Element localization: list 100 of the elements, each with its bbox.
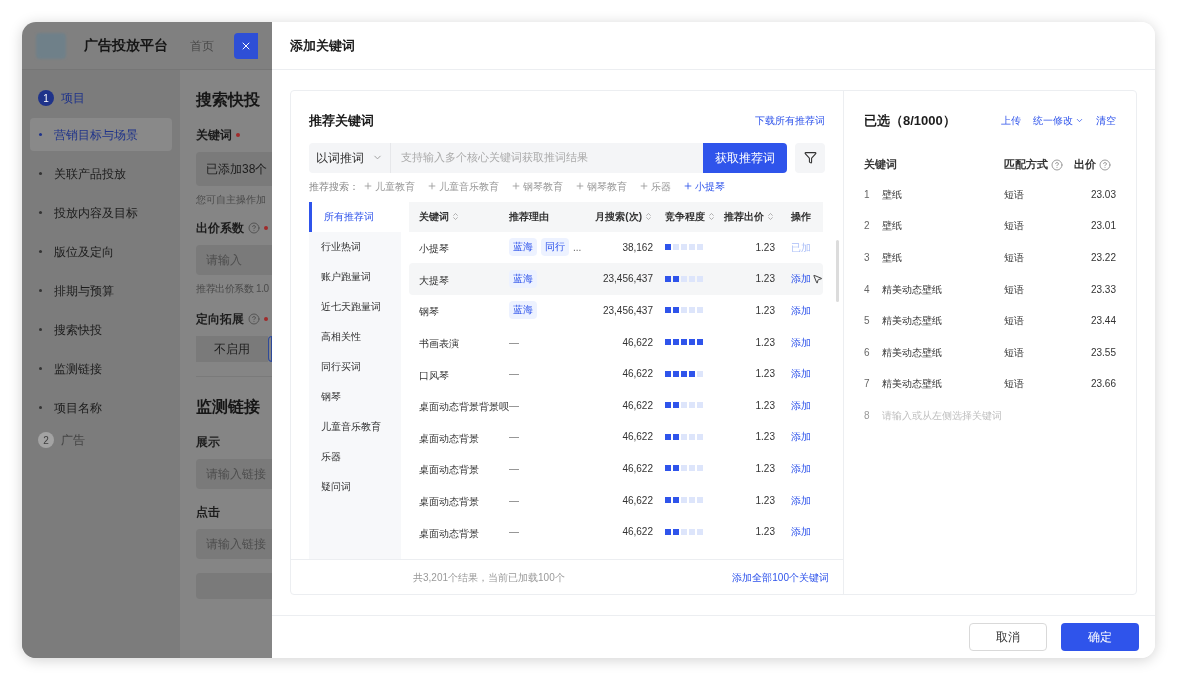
- table-cell-text: 精美动态壁纸: [882, 345, 943, 360]
- section-title: 搜索快投: [196, 90, 261, 110]
- category-item[interactable]: 同行买词: [309, 351, 401, 382]
- competition-meter: [665, 339, 703, 346]
- table-cell-text: 短语: [1004, 377, 1025, 392]
- table-cell-text: 23,456,437: [602, 304, 653, 318]
- add-all-link[interactable]: 添加全部100个关键词: [732, 569, 829, 585]
- confirm-button[interactable]: 确定: [1061, 623, 1139, 651]
- table-cell-text: 壁纸: [882, 187, 903, 202]
- action-link[interactable]: 上传: [1001, 113, 1021, 129]
- action-link[interactable]: 清空: [1096, 113, 1116, 129]
- table-cell-text: 1.23: [755, 240, 775, 255]
- add-link[interactable]: 添加: [791, 429, 811, 445]
- table-row[interactable]: 桌面动态背景背景呗— 46,622 1.23 添加: [409, 389, 823, 422]
- segment-button[interactable]: 不启用: [196, 336, 268, 362]
- table-row[interactable]: 大提琴 蓝海 23,456,437 1.23 添加: [409, 263, 823, 295]
- table-row[interactable]: 钢琴 蓝海 23,456,437 1.23 添加: [409, 294, 823, 327]
- sort-icon[interactable]: [644, 212, 653, 221]
- sort-icon[interactable]: [451, 212, 460, 221]
- help-icon: [1099, 158, 1111, 171]
- mode-select[interactable]: 以词推词: [309, 142, 391, 173]
- table-cell-text: 精美动态壁纸: [882, 377, 943, 392]
- column-header: 推荐理由: [509, 210, 549, 224]
- sort-icon[interactable]: [707, 212, 716, 221]
- search-button[interactable]: 获取推荐词: [703, 142, 787, 173]
- category-item[interactable]: 近七天跑量词: [309, 291, 401, 322]
- table-row[interactable]: 小提琴 蓝海 同行 ... 38,162 1.23 已加: [409, 231, 823, 264]
- table-cell: 大提琴: [419, 274, 449, 286]
- add-link[interactable]: 添加: [791, 303, 811, 318]
- add-link[interactable]: 添加: [791, 271, 811, 287]
- competition-meter: [665, 402, 703, 409]
- download-link[interactable]: 下载所有推荐词: [755, 113, 825, 129]
- sidebar-item[interactable]: 排期与预算: [30, 274, 172, 307]
- category-item[interactable]: 儿童音乐教育: [309, 411, 401, 442]
- add-link[interactable]: 添加: [791, 524, 811, 540]
- sidebar-item[interactable]: 监测链接: [30, 352, 172, 385]
- table-cell-text: 1.23: [755, 398, 775, 413]
- sort-icon[interactable]: [766, 212, 775, 221]
- competition-meter: [665, 307, 703, 314]
- table-cell-text: 46,622: [622, 367, 653, 382]
- competition-meter: [665, 465, 703, 472]
- keyword-field[interactable]: 已添加38个: [196, 152, 272, 186]
- competition-meter: [665, 433, 703, 440]
- table-row[interactable]: 桌面动态背景 — 46,622 1.23 添加: [409, 484, 823, 516]
- section-title: 监测链接: [196, 397, 261, 417]
- add-link[interactable]: 添加: [791, 366, 811, 382]
- column-header: 匹配方式: [1004, 157, 1048, 173]
- table-cell-text: 精美动态壁纸: [882, 314, 943, 329]
- category-item[interactable]: 高相关性: [309, 321, 401, 352]
- add-link[interactable]: 添加: [791, 397, 811, 413]
- column-header: 操作: [791, 210, 811, 224]
- table-cell-text: 1.23: [755, 430, 775, 445]
- action-link[interactable]: 统一修改: [1033, 113, 1084, 129]
- category-item[interactable]: 疑问词: [309, 471, 401, 502]
- cancel-button[interactable]: 取消: [969, 623, 1047, 651]
- plus-icon: [639, 181, 649, 191]
- scrollbar[interactable]: [836, 239, 839, 302]
- table-cell-text: 23.03: [1089, 187, 1116, 202]
- sidebar-item[interactable]: 版位及定向: [30, 235, 172, 268]
- table-cell-text: 壁纸: [882, 219, 903, 234]
- category-item[interactable]: 钢琴: [309, 381, 401, 412]
- close-button[interactable]: [234, 32, 258, 59]
- column-header: 月搜索(次): [595, 210, 642, 224]
- panel-title: 推荐关键词: [309, 112, 374, 130]
- table-row[interactable]: 口风琴 — 46,622 1.23 添加: [409, 357, 823, 390]
- filter-button[interactable]: [795, 142, 825, 173]
- table-row[interactable]: 书画表演 — 46,622 1.23 添加: [409, 326, 823, 358]
- suggestion-chip[interactable]: 小提琴: [683, 178, 725, 194]
- table-cell: 钢琴: [419, 306, 439, 318]
- sidebar-item[interactable]: 营销目标与场景: [30, 118, 172, 151]
- sidebar-item[interactable]: 项目名称: [30, 391, 172, 424]
- table-row[interactable]: 桌面动态背景 — 46,622 1.23 添加: [409, 421, 823, 453]
- table-cell-text: 23.44: [1089, 314, 1116, 329]
- add-link[interactable]: 添加: [791, 460, 811, 476]
- table-cell-text: 23.33: [1089, 282, 1116, 297]
- table-cell-text: 1.23: [755, 335, 775, 350]
- category-item[interactable]: 所有推荐词: [309, 201, 401, 232]
- sidebar-item[interactable]: 投放内容及目标: [30, 196, 172, 229]
- table-cell-text: 精美动态壁纸: [882, 282, 943, 297]
- help-icon: [1051, 158, 1063, 171]
- sidebar-item[interactable]: 关联产品投放: [30, 157, 172, 190]
- add-link[interactable]: 添加: [791, 334, 811, 350]
- row-number: 3: [864, 251, 871, 265]
- add-link[interactable]: 添加: [791, 492, 811, 508]
- category-item[interactable]: 账户跑量词: [309, 261, 401, 292]
- table-row[interactable]: 桌面动态背景 — 46,622 1.23 添加: [409, 515, 823, 548]
- table-cell-text: 46,622: [622, 398, 653, 413]
- table-cell-text: 23.22: [1089, 251, 1116, 265]
- table-cell: 桌面动态背景: [419, 496, 479, 508]
- row-number: 1: [864, 187, 871, 202]
- competition-meter: [665, 497, 703, 504]
- column-header: 竞争程度: [665, 210, 705, 224]
- sidebar-item[interactable]: 搜索快投: [30, 313, 172, 346]
- search-field[interactable]: 支持输入多个核心关键词获取推词结果: [391, 142, 703, 173]
- plus-icon: [427, 181, 437, 191]
- table-cell-text: 短语: [1004, 187, 1025, 202]
- table-row[interactable]: 桌面动态背景 — 46,622 1.23 添加: [409, 452, 823, 485]
- category-item[interactable]: 乐器: [309, 441, 401, 472]
- reason-tag: 蓝海: [509, 269, 537, 288]
- category-item[interactable]: 行业热词: [309, 231, 401, 262]
